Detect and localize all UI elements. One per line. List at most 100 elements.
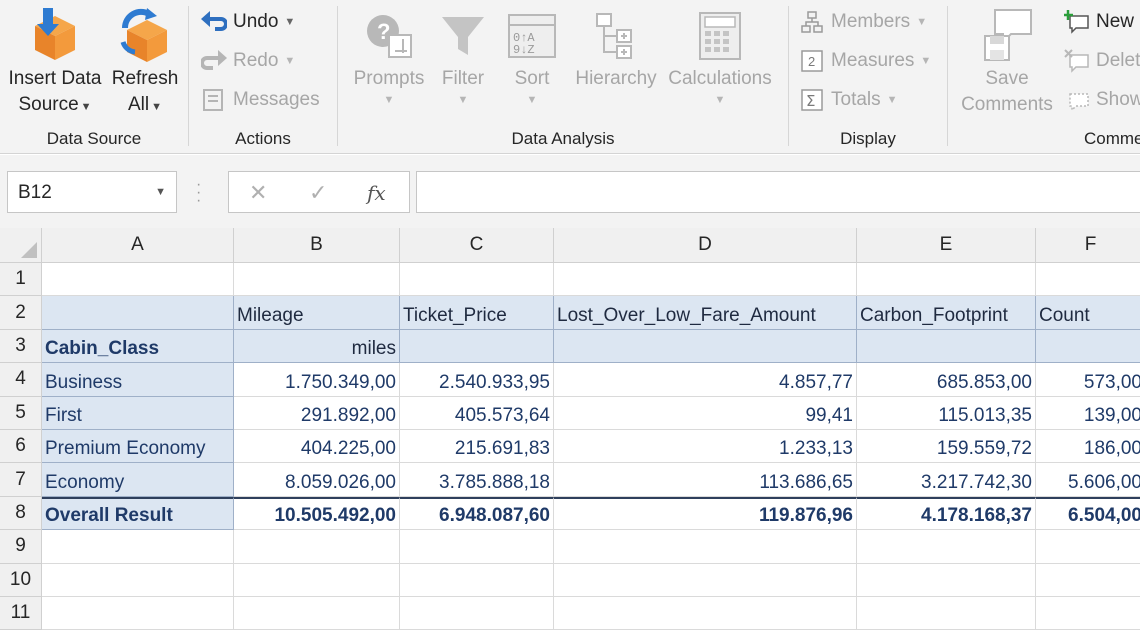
enter-check-icon[interactable]: ✓: [309, 180, 327, 206]
cell-c7[interactable]: 3.785.888,18: [400, 463, 554, 497]
cell-e1[interactable]: [857, 263, 1036, 297]
cell-a11[interactable]: [42, 597, 234, 631]
cell-e11[interactable]: [857, 597, 1036, 631]
insert-data-source-button[interactable]: Insert Data Source ▼: [6, 6, 104, 120]
name-box[interactable]: B12 ▼: [7, 171, 177, 213]
column-header-f[interactable]: F: [1036, 228, 1140, 263]
new-comment-button[interactable]: New: [1062, 6, 1134, 38]
cell-f9[interactable]: [1036, 530, 1140, 564]
row-header-7[interactable]: 7: [0, 463, 42, 497]
cell-a2[interactable]: [42, 296, 234, 330]
cell-e6[interactable]: 159.559,72: [857, 430, 1036, 464]
row-header-1[interactable]: 1: [0, 263, 42, 297]
cell-c11[interactable]: [400, 597, 554, 631]
cell-c4[interactable]: 2.540.933,95: [400, 363, 554, 397]
cell-e3[interactable]: [857, 329, 1036, 364]
undo-button[interactable]: Undo ▼: [199, 6, 295, 38]
cell-c2[interactable]: Ticket_Price: [400, 296, 554, 330]
save-comments-button[interactable]: Save Comments: [954, 6, 1060, 118]
cell-d5[interactable]: 99,41: [554, 396, 857, 430]
measures-button[interactable]: 2 Measures ▼: [797, 45, 931, 77]
cell-a4[interactable]: Business: [42, 363, 234, 397]
cell-a6[interactable]: Premium Economy: [42, 430, 234, 464]
column-header-c[interactable]: C: [400, 228, 554, 263]
cell-b1[interactable]: [234, 263, 400, 297]
cell-c5[interactable]: 405.573,64: [400, 396, 554, 430]
cell-c3[interactable]: [400, 329, 554, 364]
cell-d7[interactable]: 113.686,65: [554, 463, 857, 497]
cell-d6[interactable]: 1.233,13: [554, 430, 857, 464]
cell-e5[interactable]: 115.013,35: [857, 396, 1036, 430]
cell-f10[interactable]: [1036, 564, 1140, 597]
cell-f7[interactable]: 5.606,00: [1036, 463, 1140, 497]
cell-c1[interactable]: [400, 263, 554, 297]
column-header-a[interactable]: A: [42, 228, 234, 263]
redo-button[interactable]: Redo ▼: [199, 45, 295, 77]
sort-button[interactable]: 0↑A 9↓Z Sort ▼: [498, 6, 566, 108]
cell-a5[interactable]: First: [42, 396, 234, 430]
cell-b3[interactable]: miles: [234, 329, 400, 364]
cell-f5[interactable]: 139,00: [1036, 397, 1140, 430]
cell-c8[interactable]: 6.948.087,60: [400, 496, 554, 531]
chevron-down-icon[interactable]: ▼: [155, 186, 166, 198]
cell-a3[interactable]: Cabin_Class: [42, 329, 234, 364]
cell-e7[interactable]: 3.217.742,30: [857, 463, 1036, 497]
chevron-down-icon[interactable]: ▼: [284, 16, 295, 28]
filter-button[interactable]: Filter ▼: [434, 6, 492, 108]
cell-f8[interactable]: 6.504,00: [1036, 496, 1140, 531]
cell-b4[interactable]: 1.750.349,00: [234, 363, 400, 397]
calculations-button[interactable]: Calculations ▼: [664, 6, 776, 108]
cell-b11[interactable]: [234, 597, 400, 631]
resize-handle-icon[interactable]: · · ·: [196, 177, 201, 209]
cell-d3[interactable]: [554, 329, 857, 364]
cell-a9[interactable]: [42, 530, 234, 564]
cell-f11[interactable]: [1036, 597, 1140, 631]
row-header-4[interactable]: 4: [0, 363, 42, 397]
cell-a8[interactable]: Overall Result: [42, 496, 234, 531]
row-header-9[interactable]: 9: [0, 530, 42, 564]
cancel-icon[interactable]: ✕: [249, 180, 267, 206]
cell-b8[interactable]: 10.505.492,00: [234, 496, 400, 531]
row-header-6[interactable]: 6: [0, 430, 42, 464]
show-comments-button[interactable]: Show: [1062, 84, 1140, 116]
row-header-5[interactable]: 5: [0, 396, 42, 430]
cell-a1[interactable]: [42, 263, 234, 297]
hierarchy-button[interactable]: Hierarchy: [570, 6, 662, 92]
cell-e2[interactable]: Carbon_Footprint: [857, 296, 1036, 330]
cell-e10[interactable]: [857, 563, 1036, 597]
members-button[interactable]: Members ▼: [797, 6, 927, 38]
cell-b10[interactable]: [234, 563, 400, 597]
chevron-down-icon[interactable]: ▼: [284, 55, 295, 67]
cell-d4[interactable]: 4.857,77: [554, 363, 857, 397]
column-header-b[interactable]: B: [234, 228, 400, 263]
cell-b6[interactable]: 404.225,00: [234, 430, 400, 464]
cell-c6[interactable]: 215.691,83: [400, 430, 554, 464]
cell-c10[interactable]: [400, 563, 554, 597]
row-header-8[interactable]: 8: [0, 496, 42, 531]
formula-input[interactable]: [416, 171, 1140, 213]
select-all-corner[interactable]: [0, 228, 42, 263]
cell-e9[interactable]: [857, 530, 1036, 564]
messages-button[interactable]: Messages: [199, 84, 320, 116]
cell-f6[interactable]: 186,00: [1036, 430, 1140, 464]
column-header-e[interactable]: E: [857, 228, 1036, 263]
totals-button[interactable]: Σ Totals ▼: [797, 84, 898, 116]
row-header-10[interactable]: 10: [0, 563, 42, 597]
cell-d2[interactable]: Lost_Over_Low_Fare_Amount: [554, 296, 857, 330]
column-header-d[interactable]: D: [554, 228, 857, 263]
cell-f3[interactable]: [1036, 329, 1140, 364]
cell-b7[interactable]: 8.059.026,00: [234, 463, 400, 497]
cell-a7[interactable]: Economy: [42, 463, 234, 497]
cell-e8[interactable]: 4.178.168,37: [857, 496, 1036, 531]
row-header-3[interactable]: 3: [0, 329, 42, 364]
cell-f4[interactable]: 573,00: [1036, 363, 1140, 397]
row-header-2[interactable]: 2: [0, 296, 42, 330]
cell-a10[interactable]: [42, 563, 234, 597]
cell-d8[interactable]: 119.876,96: [554, 496, 857, 531]
refresh-all-button[interactable]: Refresh All ▼: [108, 6, 182, 120]
cell-b9[interactable]: [234, 530, 400, 564]
cell-b2[interactable]: Mileage: [234, 296, 400, 330]
cell-d1[interactable]: [554, 263, 857, 297]
delete-comment-button[interactable]: Delet: [1062, 45, 1140, 77]
row-header-11[interactable]: 11: [0, 597, 42, 631]
